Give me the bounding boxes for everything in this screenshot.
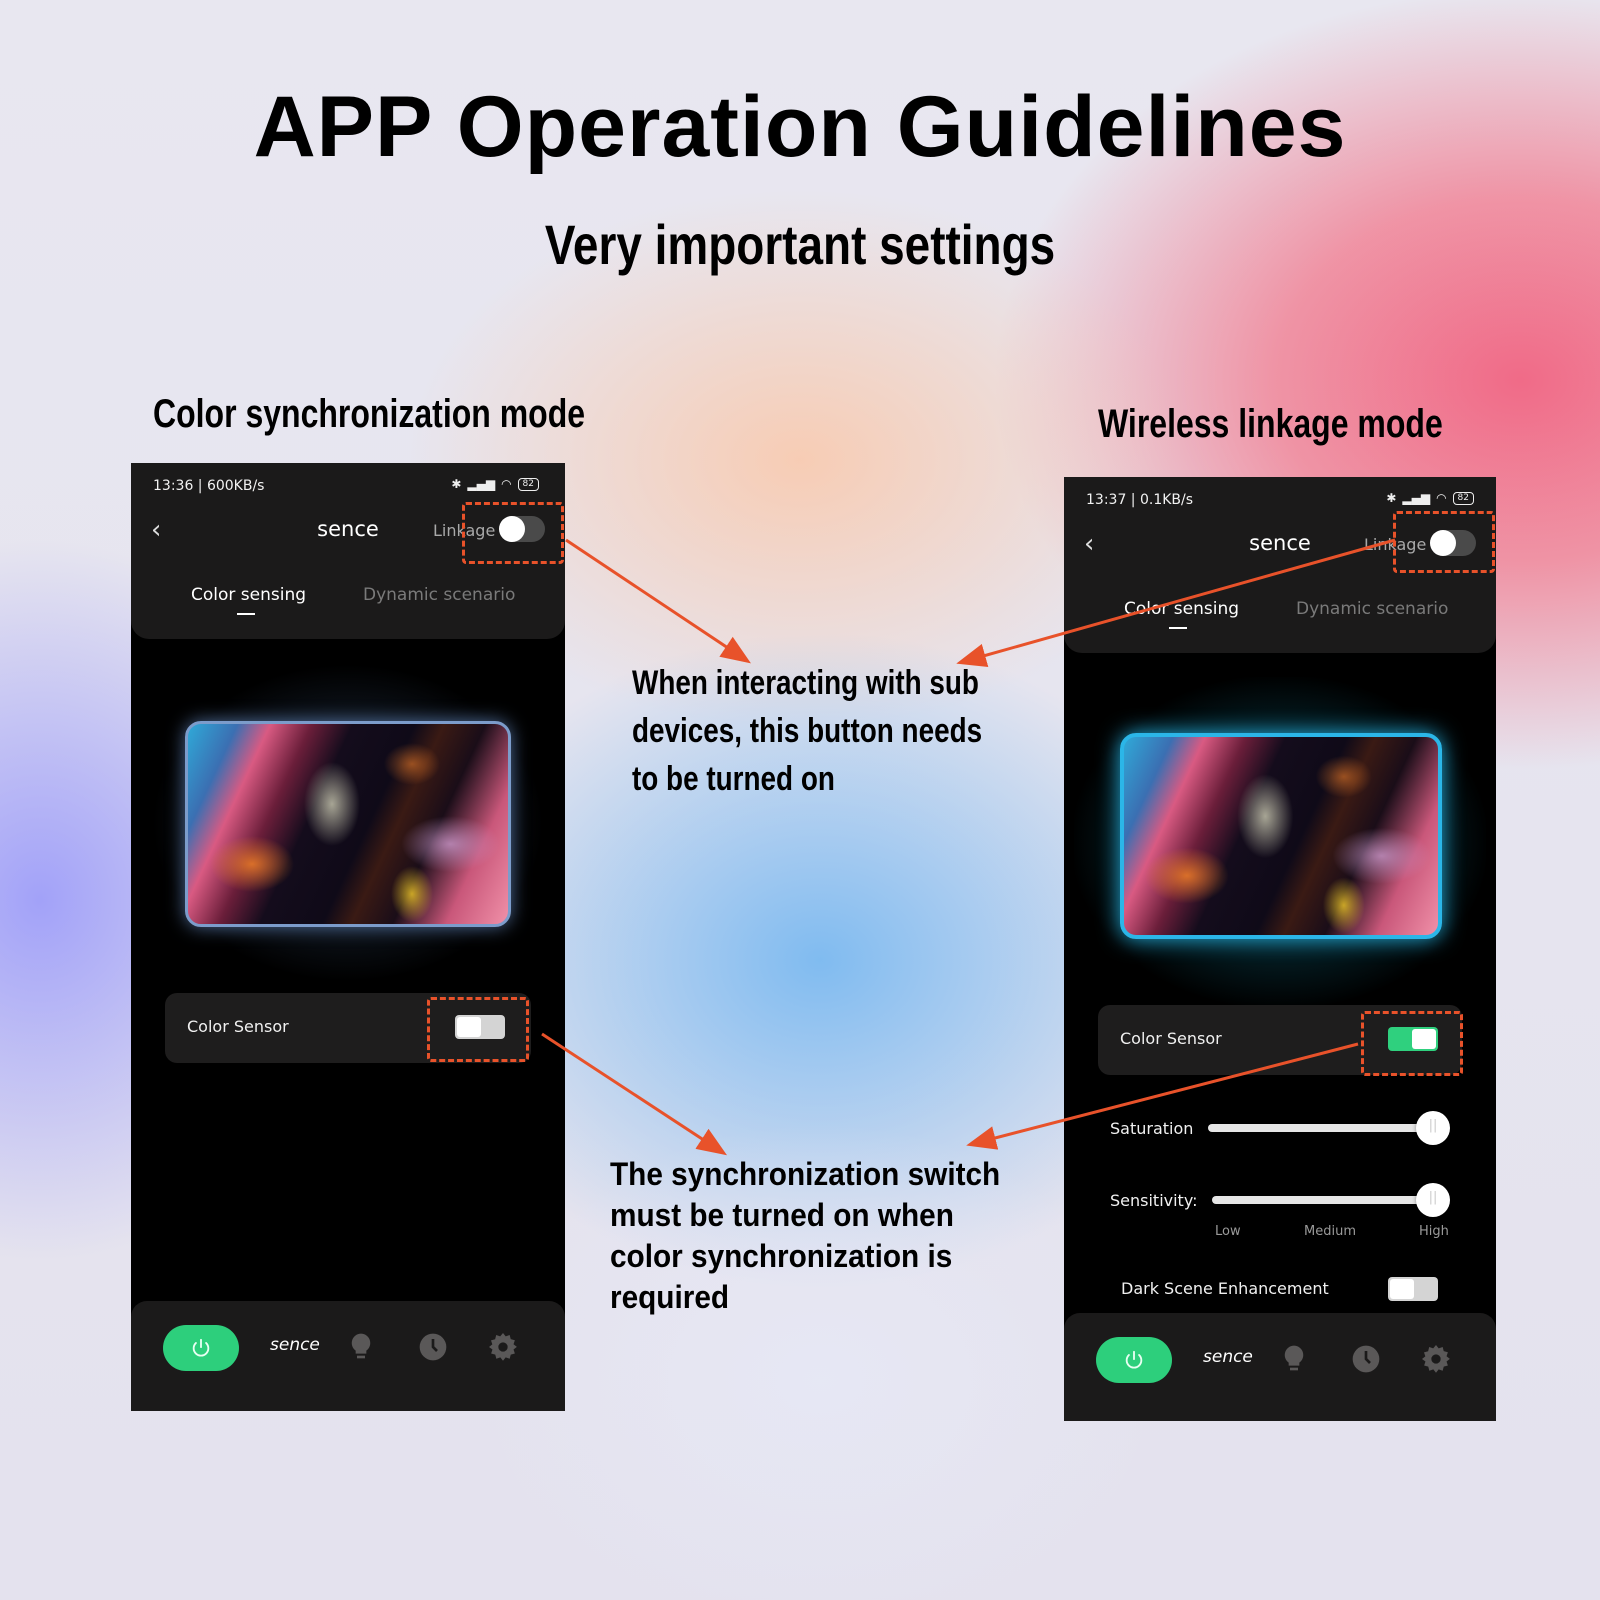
sensitivity-slider[interactable] (1212, 1196, 1436, 1204)
right-mode-label: Wireless linkage mode (1098, 402, 1443, 446)
dark-scene-label: Dark Scene Enhancement (1121, 1279, 1329, 1298)
gear-icon[interactable] (487, 1331, 519, 1363)
tab-dynamic-scenario[interactable]: Dynamic scenario (363, 585, 515, 605)
nav-sence[interactable]: sence (1203, 1347, 1253, 1367)
preview-image (185, 721, 511, 927)
status-time: 13:37 | 0.1KB/s (1086, 492, 1194, 508)
highlight-right-linkage (1393, 511, 1495, 573)
power-button[interactable] (163, 1325, 239, 1371)
battery-icon: 82 (1452, 491, 1474, 505)
preview-image (1120, 733, 1442, 939)
dark-scene-switch[interactable] (1388, 1277, 1438, 1301)
tab-color-sensing[interactable]: Color sensing (1124, 599, 1239, 619)
bottom-nav: sence (1064, 1313, 1496, 1421)
bluetooth-icon: ✱ (1386, 491, 1397, 505)
sensitivity-label: Sensitivity: (1110, 1191, 1198, 1210)
signal-icon: ▂▄▆ (467, 477, 496, 491)
clock-icon[interactable] (417, 1331, 449, 1363)
sync-note: The synchronization switch must be turne… (610, 1156, 1001, 1315)
battery-icon: 82 (517, 477, 539, 491)
clock-icon[interactable] (1350, 1343, 1382, 1375)
status-time: 13:36 | 600KB/s (153, 478, 265, 494)
power-icon (192, 1338, 210, 1357)
page-title: APP Operation Guidelines (253, 79, 1347, 175)
sensitivity-slider-thumb[interactable] (1416, 1183, 1450, 1217)
power-icon (1125, 1350, 1143, 1369)
status-icons: ✱ ▂▄▆ ◠ 82 (1386, 491, 1474, 505)
power-button[interactable] (1096, 1337, 1172, 1383)
sensitivity-medium: Medium (1304, 1224, 1356, 1239)
bulb-icon[interactable] (1278, 1343, 1310, 1375)
saturation-slider[interactable] (1208, 1124, 1436, 1132)
bottom-nav: sence (131, 1301, 565, 1411)
left-mode-label: Color synchronization mode (153, 392, 586, 436)
page-subtitle: Very important settings (544, 213, 1056, 276)
gear-icon[interactable] (1420, 1343, 1452, 1375)
saturation-label: Saturation (1110, 1119, 1194, 1138)
wifi-icon: ◠ (501, 477, 512, 491)
saturation-slider-thumb[interactable] (1416, 1111, 1450, 1145)
nav-sence[interactable]: sence (270, 1335, 320, 1355)
color-sensor-label: Color Sensor (1120, 1029, 1222, 1048)
right-phone-screen: 13:37 | 0.1KB/s ✱ ▂▄▆ ◠ 82 ‹ sence Linka… (1064, 477, 1496, 1421)
wifi-icon: ◠ (1436, 491, 1447, 505)
bluetooth-icon: ✱ (451, 477, 462, 491)
highlight-left-linkage (462, 502, 564, 564)
highlight-left-sensor (427, 997, 529, 1062)
bulb-icon[interactable] (345, 1331, 377, 1363)
tab-dynamic-scenario[interactable]: Dynamic scenario (1296, 599, 1448, 619)
color-sensor-label: Color Sensor (187, 1017, 289, 1036)
sensitivity-high: High (1419, 1224, 1449, 1239)
active-tab-indicator (1169, 627, 1187, 629)
linkage-note: When interacting with sub devices, this … (632, 664, 983, 798)
left-phone-screen: 13:36 | 600KB/s ✱ ▂▄▆ ◠ 82 ‹ sence Linka… (131, 463, 565, 1411)
status-icons: ✱ ▂▄▆ ◠ 82 (451, 477, 539, 491)
signal-icon: ▂▄▆ (1402, 491, 1431, 505)
tab-color-sensing[interactable]: Color sensing (191, 585, 306, 605)
active-tab-indicator (237, 613, 255, 615)
highlight-right-sensor (1361, 1011, 1463, 1076)
sensitivity-low: Low (1215, 1224, 1241, 1239)
